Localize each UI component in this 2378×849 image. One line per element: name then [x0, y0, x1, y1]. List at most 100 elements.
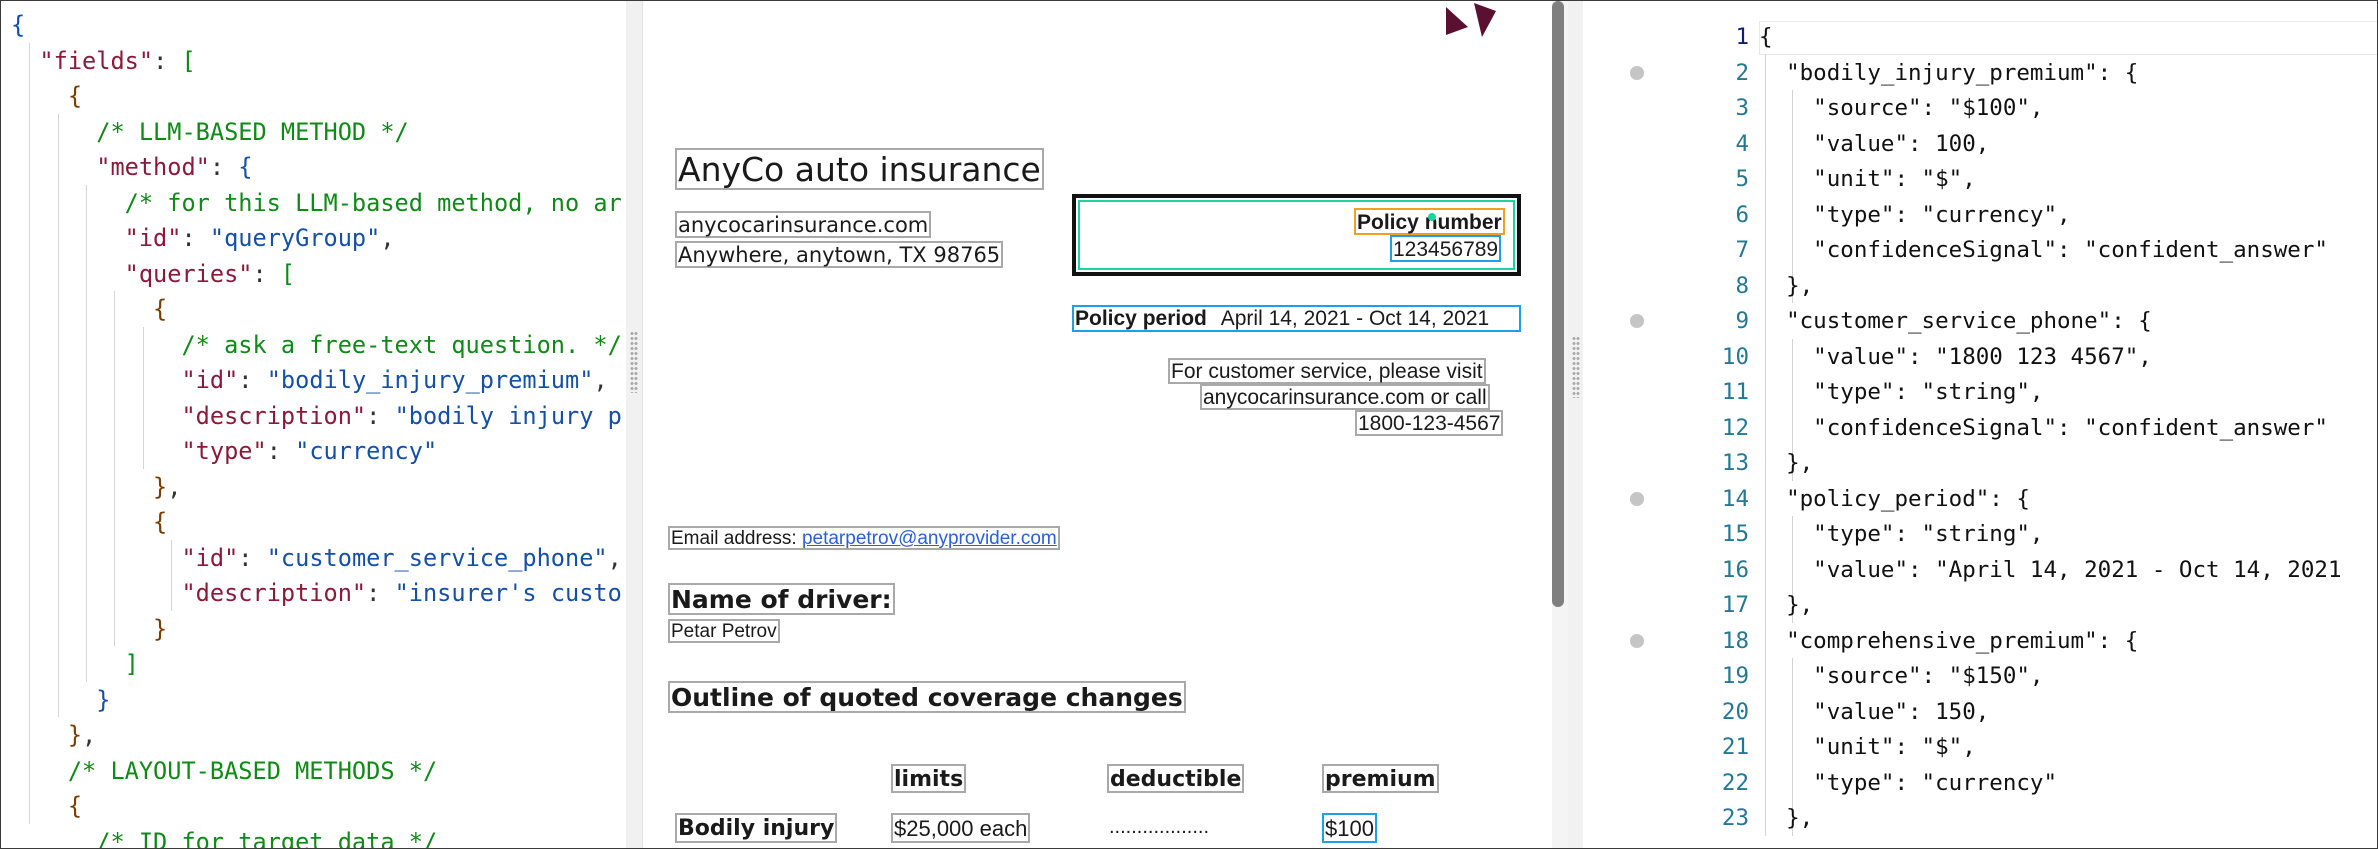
code-line: "method": { — [11, 149, 252, 185]
code-token: { — [67, 82, 83, 110]
policy-period-value: April 14, 2021 - Oct 14, 2021 — [1220, 307, 1490, 330]
code-token: : — [153, 46, 182, 75]
code-token: : — [366, 401, 395, 430]
line-number: 12 — [1721, 414, 1749, 441]
line-number: 5 — [1735, 166, 1749, 192]
code-token: : — [238, 543, 267, 572]
fold-toggle-icon[interactable] — [1630, 633, 1644, 648]
code-token: , — [380, 224, 395, 252]
code-token: , — [167, 472, 182, 501]
code-token: "id" — [124, 224, 182, 252]
fold-toggle-icon[interactable] — [1630, 491, 1644, 506]
fold-toggle-icon[interactable] — [1630, 314, 1644, 328]
line-number: 6 — [1735, 201, 1749, 228]
code-line: "description": "bodily injury p — [11, 398, 621, 434]
code-token: : — [181, 224, 210, 252]
driver-label: Name of driver: — [668, 583, 895, 615]
policy-number-value: 123456789 — [1390, 235, 1502, 262]
fold-toggle-icon[interactable] — [1630, 65, 1644, 80]
row-label-bodily-injury: Bodily injury — [675, 813, 838, 843]
outline-heading: Outline of quoted coverage changes — [668, 681, 1186, 713]
json-line: "value": "1800 123 4567", — [1759, 343, 2152, 370]
code-line: /* LAYOUT-BASED METHODS */ — [11, 753, 437, 789]
json-line: "bodily_injury_premium": { — [1759, 59, 2139, 86]
code-line: "id": "bodily_injury_premium", — [11, 362, 607, 398]
code-token: } — [153, 472, 168, 501]
line-number: 16 — [1721, 556, 1749, 583]
policy-period-label: Policy period — [1075, 307, 1207, 330]
line-number: 9 — [1735, 308, 1749, 334]
code-token: /* ask a free-text question. */ — [181, 330, 622, 359]
code-line: "id": "queryGroup", — [11, 220, 395, 256]
company-website: anycocarinsurance.com — [675, 211, 932, 238]
code-token: , — [607, 543, 622, 572]
code-token: "queryGroup" — [209, 224, 381, 252]
right-splitter[interactable] — [1568, 1, 1584, 848]
json-line: "value": "April 14, 2021 - Oct 14, 2021 — [1759, 556, 2342, 583]
code-line: /* ask a free-text question. */ — [11, 327, 622, 363]
code-line: } — [11, 611, 167, 647]
code-line: "fields": [ — [11, 43, 195, 79]
code-line: "type": "currency" — [11, 433, 437, 469]
query-config-editor[interactable]: { "fields": [ { /* LLM-BASED METHOD */ "… — [1, 1, 626, 848]
row-premium: $100 — [1322, 813, 1377, 843]
code-token: [ — [280, 259, 296, 288]
results-json-editor[interactable]: 1 2 3 4 5 6 7 8 9 10 11 12 13 14 15 16 17 18 19 20 21 22 23 { … — [1583, 1, 2377, 848]
code-line: /* for this LLM-based method, no ar — [11, 185, 622, 221]
code-token: , — [82, 721, 97, 749]
code-line: /* LLM-BASED METHOD */ — [11, 114, 409, 150]
json-line: "source": "$150", — [1759, 663, 2044, 689]
line-number: 19 — [1721, 663, 1749, 689]
json-line: }, — [1759, 450, 1814, 476]
email-link[interactable]: petarpetrov@anyprovider.com — [802, 528, 1057, 549]
code-token: { — [153, 295, 168, 323]
line-number: 13 — [1721, 450, 1749, 476]
customer-service-phone: 1800-123-4567 — [1355, 410, 1504, 436]
code-token: "customer_service_phone" — [266, 543, 608, 572]
selection-marker-icon — [1428, 213, 1436, 221]
code-line: "id": "customer_service_phone", — [11, 540, 622, 576]
left-splitter[interactable] — [626, 1, 642, 848]
json-line: }, — [1759, 272, 1814, 299]
document-scrollbar-thumb[interactable] — [1552, 1, 1564, 607]
line-number: 14 — [1721, 485, 1749, 512]
line-number: 11 — [1721, 379, 1749, 405]
code-token: ] — [124, 650, 139, 678]
code-token: "queries" — [124, 259, 253, 288]
document-viewer[interactable]: AnyCo auto insurance anycocarinsurance.c… — [642, 1, 1547, 848]
json-line: "comprehensive_premium": { — [1759, 627, 2139, 654]
code-line: { — [11, 7, 25, 43]
company-name: AnyCo auto insurance — [675, 148, 1044, 190]
line-number: 15 — [1721, 521, 1749, 547]
code-token: } — [67, 721, 83, 749]
code-line: "description": "insurer's custo — [11, 575, 622, 611]
code-token: "insurer's custo — [394, 579, 622, 607]
code-line: { — [11, 504, 167, 540]
code-token: "currency" — [295, 437, 438, 465]
left-splitter-grip[interactable] — [630, 331, 638, 393]
json-line: }, — [1759, 805, 1814, 831]
code-token: : — [266, 437, 296, 465]
code-line: }, — [11, 717, 96, 753]
json-line: { — [1759, 24, 1773, 50]
code-line: { — [11, 291, 167, 327]
table-header-premium: premium — [1322, 764, 1439, 793]
line-number: 18 — [1721, 627, 1749, 654]
right-splitter-grip[interactable] — [1572, 336, 1580, 398]
code-line: /* ID for target data */ — [11, 824, 437, 849]
code-token: /* LLM-BASED METHOD */ — [96, 117, 409, 146]
code-line: ] — [11, 646, 139, 682]
